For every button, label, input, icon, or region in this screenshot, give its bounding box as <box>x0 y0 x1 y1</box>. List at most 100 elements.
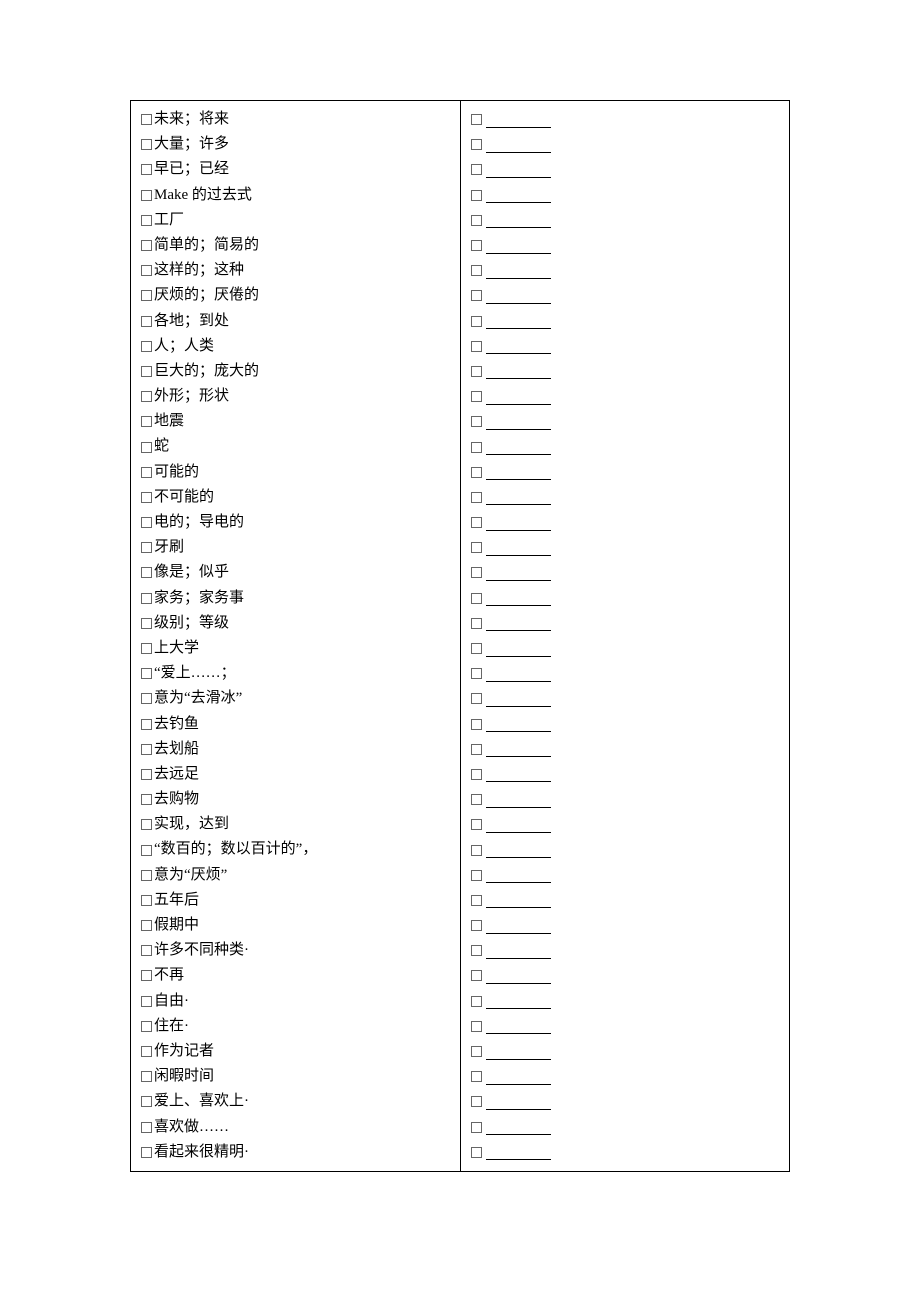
checkbox-icon[interactable] <box>141 870 152 881</box>
blank-input[interactable] <box>486 1069 551 1085</box>
checkbox-icon[interactable] <box>471 996 482 1007</box>
blank-input[interactable] <box>486 741 551 757</box>
checkbox-icon[interactable] <box>471 870 482 881</box>
blank-input[interactable] <box>486 817 551 833</box>
blank-input[interactable] <box>486 615 551 631</box>
checkbox-icon[interactable] <box>471 215 482 226</box>
checkbox-icon[interactable] <box>141 1096 152 1107</box>
checkbox-icon[interactable] <box>141 970 152 981</box>
blank-input[interactable] <box>486 187 551 203</box>
checkbox-icon[interactable] <box>141 693 152 704</box>
blank-input[interactable] <box>486 842 551 858</box>
checkbox-icon[interactable] <box>141 139 152 150</box>
checkbox-icon[interactable] <box>141 467 152 478</box>
checkbox-icon[interactable] <box>471 366 482 377</box>
checkbox-icon[interactable] <box>471 693 482 704</box>
checkbox-icon[interactable] <box>471 139 482 150</box>
checkbox-icon[interactable] <box>141 164 152 175</box>
checkbox-icon[interactable] <box>471 341 482 352</box>
checkbox-icon[interactable] <box>141 240 152 251</box>
checkbox-icon[interactable] <box>471 819 482 830</box>
checkbox-icon[interactable] <box>471 794 482 805</box>
checkbox-icon[interactable] <box>141 769 152 780</box>
blank-input[interactable] <box>486 766 551 782</box>
checkbox-icon[interactable] <box>471 316 482 327</box>
checkbox-icon[interactable] <box>141 945 152 956</box>
blank-input[interactable] <box>486 792 551 808</box>
blank-input[interactable] <box>486 993 551 1009</box>
blank-input[interactable] <box>486 112 551 128</box>
checkbox-icon[interactable] <box>471 945 482 956</box>
blank-input[interactable] <box>486 641 551 657</box>
blank-input[interactable] <box>486 162 551 178</box>
blank-input[interactable] <box>486 691 551 707</box>
checkbox-icon[interactable] <box>141 668 152 679</box>
checkbox-icon[interactable] <box>141 517 152 528</box>
checkbox-icon[interactable] <box>141 996 152 1007</box>
checkbox-icon[interactable] <box>141 366 152 377</box>
checkbox-icon[interactable] <box>141 416 152 427</box>
checkbox-icon[interactable] <box>471 895 482 906</box>
checkbox-icon[interactable] <box>141 1021 152 1032</box>
blank-input[interactable] <box>486 263 551 279</box>
checkbox-icon[interactable] <box>141 316 152 327</box>
blank-input[interactable] <box>486 489 551 505</box>
checkbox-icon[interactable] <box>471 164 482 175</box>
checkbox-icon[interactable] <box>141 895 152 906</box>
checkbox-icon[interactable] <box>471 920 482 931</box>
checkbox-icon[interactable] <box>141 593 152 604</box>
checkbox-icon[interactable] <box>141 618 152 629</box>
checkbox-icon[interactable] <box>141 341 152 352</box>
checkbox-icon[interactable] <box>471 416 482 427</box>
blank-input[interactable] <box>486 1044 551 1060</box>
checkbox-icon[interactable] <box>471 970 482 981</box>
blank-input[interactable] <box>486 590 551 606</box>
checkbox-icon[interactable] <box>471 542 482 553</box>
checkbox-icon[interactable] <box>141 643 152 654</box>
blank-input[interactable] <box>486 666 551 682</box>
blank-input[interactable] <box>486 288 551 304</box>
checkbox-icon[interactable] <box>471 668 482 679</box>
checkbox-icon[interactable] <box>141 290 152 301</box>
blank-input[interactable] <box>486 363 551 379</box>
checkbox-icon[interactable] <box>141 114 152 125</box>
checkbox-icon[interactable] <box>141 542 152 553</box>
blank-input[interactable] <box>486 565 551 581</box>
checkbox-icon[interactable] <box>471 618 482 629</box>
checkbox-icon[interactable] <box>471 1071 482 1082</box>
checkbox-icon[interactable] <box>471 391 482 402</box>
checkbox-icon[interactable] <box>471 719 482 730</box>
blank-input[interactable] <box>486 338 551 354</box>
checkbox-icon[interactable] <box>471 190 482 201</box>
checkbox-icon[interactable] <box>471 265 482 276</box>
checkbox-icon[interactable] <box>141 265 152 276</box>
checkbox-icon[interactable] <box>141 920 152 931</box>
blank-input[interactable] <box>486 716 551 732</box>
checkbox-icon[interactable] <box>141 391 152 402</box>
checkbox-icon[interactable] <box>141 567 152 578</box>
checkbox-icon[interactable] <box>141 1122 152 1133</box>
checkbox-icon[interactable] <box>141 845 152 856</box>
blank-input[interactable] <box>486 892 551 908</box>
checkbox-icon[interactable] <box>471 1096 482 1107</box>
blank-input[interactable] <box>486 918 551 934</box>
checkbox-icon[interactable] <box>141 1071 152 1082</box>
checkbox-icon[interactable] <box>471 1021 482 1032</box>
checkbox-icon[interactable] <box>141 442 152 453</box>
checkbox-icon[interactable] <box>141 819 152 830</box>
blank-input[interactable] <box>486 1144 551 1160</box>
checkbox-icon[interactable] <box>471 1046 482 1057</box>
blank-input[interactable] <box>486 414 551 430</box>
blank-input[interactable] <box>486 515 551 531</box>
checkbox-icon[interactable] <box>471 567 482 578</box>
checkbox-icon[interactable] <box>471 114 482 125</box>
blank-input[interactable] <box>486 1094 551 1110</box>
checkbox-icon[interactable] <box>471 769 482 780</box>
blank-input[interactable] <box>486 1018 551 1034</box>
checkbox-icon[interactable] <box>471 492 482 503</box>
checkbox-icon[interactable] <box>471 643 482 654</box>
blank-input[interactable] <box>486 238 551 254</box>
blank-input[interactable] <box>486 389 551 405</box>
checkbox-icon[interactable] <box>471 1122 482 1133</box>
checkbox-icon[interactable] <box>141 1046 152 1057</box>
